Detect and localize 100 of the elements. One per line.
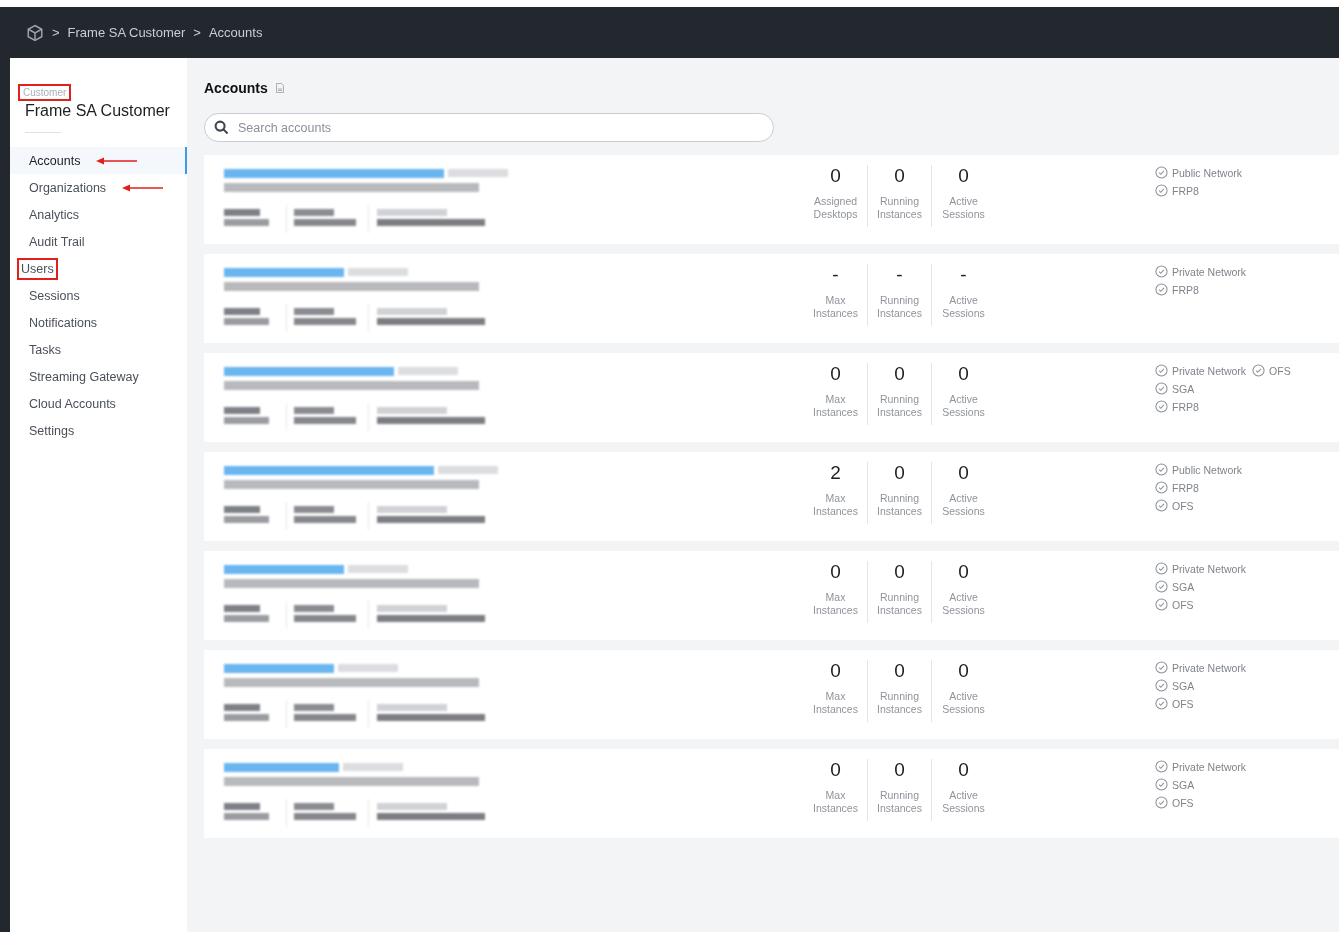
feature-tag: SGA <box>1155 778 1195 791</box>
check-circle-icon <box>1155 679 1168 692</box>
stat-value: - <box>896 264 903 287</box>
cube-logo-icon[interactable] <box>26 23 44 42</box>
feature-tag: Public Network <box>1155 166 1243 179</box>
feature-tag: Private Network <box>1155 661 1247 674</box>
stat-label: Max Instances <box>812 789 859 815</box>
stat-label: Max Instances <box>812 690 859 716</box>
sidebar-item[interactable]: Users <box>10 255 187 282</box>
stat-value: 0 <box>830 561 841 584</box>
feature-tag: FRP8 <box>1155 283 1199 296</box>
feature-tag: Private Network <box>1155 760 1247 773</box>
stat-value: 0 <box>830 165 841 188</box>
stat-label: Active Sessions <box>941 195 986 221</box>
nav-label[interactable]: Accounts <box>25 149 85 172</box>
stat-value: 0 <box>894 660 905 683</box>
customer-name: Frame SA Customer <box>25 102 171 120</box>
sidebar-item[interactable]: Tasks <box>10 336 187 363</box>
account-card[interactable]: 2 Max Instances 0 Running Instances 0 Active Sessions Public Network FRP8 OFS <box>204 452 1339 541</box>
stat-label: Max Instances <box>812 393 859 419</box>
stat-value: 0 <box>894 462 905 485</box>
account-card[interactable]: 0 Max Instances 0 Running Instances 0 Active Sessions Private Network SGA OFS <box>204 749 1339 838</box>
check-circle-icon <box>1155 184 1168 197</box>
breadcrumb-link[interactable]: Accounts <box>208 25 263 40</box>
stat-value: 0 <box>958 660 969 683</box>
account-card[interactable]: - Max Instances - Running Instances - Active Sessions Private Network FRP8 <box>204 254 1339 343</box>
sidebar-item[interactable]: Organizations <box>10 174 187 201</box>
stat-value: 0 <box>958 462 969 485</box>
stat-value: - <box>832 264 839 287</box>
sidebar-caption: Customer <box>18 84 72 101</box>
sidebar-item[interactable]: Audit Trail <box>10 228 187 255</box>
stat-value: 0 <box>894 759 905 782</box>
check-circle-icon <box>1155 463 1168 476</box>
feature-tag: Public Network <box>1155 463 1243 476</box>
stat-label: Running Instances <box>876 690 923 716</box>
stat-value: 0 <box>958 561 969 584</box>
sidebar-item[interactable]: Accounts <box>10 147 187 174</box>
sidebar-item[interactable]: Streaming Gateway <box>10 363 187 390</box>
stat-label: Running Instances <box>876 789 923 815</box>
stat-label: Active Sessions <box>941 492 986 518</box>
nav-label[interactable]: Cloud Accounts <box>25 392 120 415</box>
check-circle-icon <box>1252 364 1266 377</box>
stat-label: Running Instances <box>876 294 923 320</box>
check-circle-icon <box>1155 598 1168 611</box>
nav-label[interactable]: Tasks <box>25 338 65 361</box>
check-circle-icon <box>1155 778 1168 791</box>
feature-tag: OFS <box>1155 499 1194 512</box>
check-circle-icon <box>1155 697 1168 710</box>
check-circle-icon <box>1155 562 1168 575</box>
feature-tag: Private Network <box>1155 265 1247 278</box>
sidebar-item[interactable]: Notifications <box>10 309 187 336</box>
stat-value: 0 <box>894 165 905 188</box>
feature-tag: Private Network <box>1155 364 1247 377</box>
check-circle-icon <box>1155 166 1168 179</box>
check-circle-icon <box>1155 481 1168 494</box>
account-card[interactable]: 0 Assigned Desktops 0 Running Instances 0 Active Sessions Public Network FRP8 <box>204 155 1339 244</box>
account-card[interactable]: 0 Max Instances 0 Running Instances 0 Active Sessions Private Network SGA OFS <box>204 650 1339 739</box>
stat-label: Active Sessions <box>941 294 986 320</box>
stat-label: Running Instances <box>876 492 923 518</box>
stat-value: 0 <box>830 660 841 683</box>
sidebar-item[interactable]: Cloud Accounts <box>10 390 187 417</box>
nav-label[interactable]: Users <box>17 257 58 280</box>
nav-label[interactable]: Audit Trail <box>25 230 89 253</box>
check-circle-icon <box>1155 265 1168 278</box>
account-card[interactable]: 0 Max Instances 0 Running Instances 0 Active Sessions Private Network OFS SGA FRP8 <box>204 353 1339 442</box>
feature-tag: FRP8 <box>1155 400 1199 413</box>
stat-value: 0 <box>958 363 969 386</box>
stat-label: Max Instances <box>812 492 859 518</box>
feature-tag: OFS <box>1252 364 1291 377</box>
stat-label: Max Instances <box>812 294 859 320</box>
search-icon <box>214 120 229 135</box>
check-circle-icon <box>1155 382 1168 395</box>
nav-label[interactable]: Analytics <box>25 203 84 226</box>
nav-label[interactable]: Streaming Gateway <box>25 365 143 388</box>
feature-tag: FRP8 <box>1155 184 1199 197</box>
breadcrumb-link[interactable]: Frame SA Customer <box>67 25 186 40</box>
stat-value: 0 <box>830 759 841 782</box>
feature-tag: FRP8 <box>1155 481 1199 494</box>
stat-value: 0 <box>958 165 969 188</box>
search-field[interactable]: Search accounts <box>204 113 774 142</box>
check-circle-icon <box>1155 796 1168 809</box>
check-circle-icon <box>1155 760 1168 773</box>
nav-label[interactable]: Organizations <box>25 176 111 199</box>
check-circle-icon <box>1155 364 1168 377</box>
stat-value: 2 <box>830 462 841 485</box>
sidebar-item[interactable]: Analytics <box>10 201 187 228</box>
nav-label[interactable]: Notifications <box>25 311 102 334</box>
stat-label: Assigned Desktops <box>812 195 859 221</box>
check-circle-icon <box>1155 580 1168 593</box>
check-circle-icon <box>1155 283 1168 296</box>
feature-tag: OFS <box>1155 598 1194 611</box>
sidebar-item[interactable]: Settings <box>10 417 187 444</box>
stat-value: 0 <box>958 759 969 782</box>
nav-label[interactable]: Sessions <box>25 284 84 307</box>
nav-label[interactable]: Settings <box>25 419 79 442</box>
stat-label: Running Instances <box>876 591 923 617</box>
check-circle-icon <box>1155 400 1168 413</box>
feature-tag: SGA <box>1155 580 1195 593</box>
account-card[interactable]: 0 Max Instances 0 Running Instances 0 Active Sessions Private Network SGA OFS <box>204 551 1339 640</box>
sidebar-item[interactable]: Sessions <box>10 282 187 309</box>
